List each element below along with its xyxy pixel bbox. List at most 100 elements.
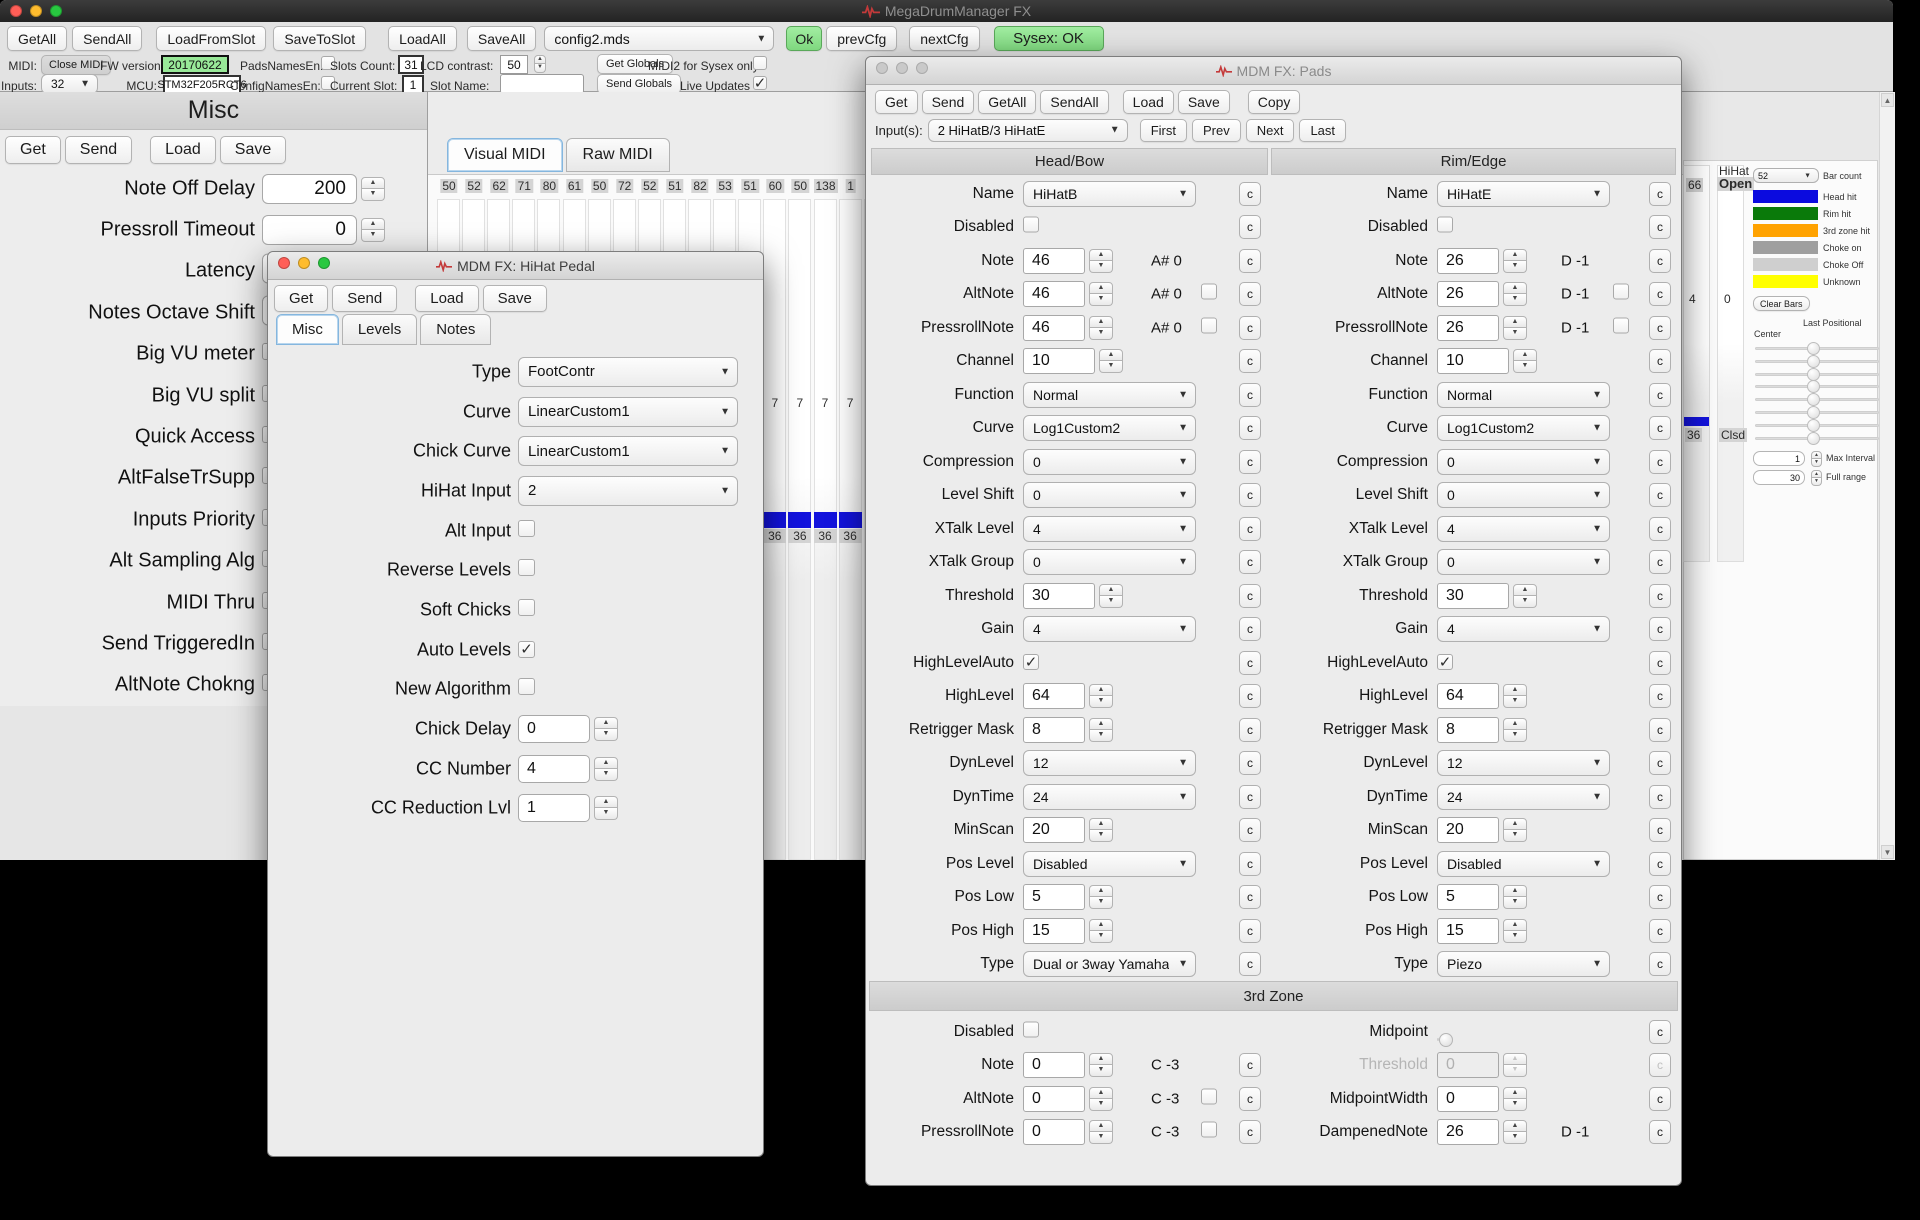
pads-nav-first-button[interactable]: First: [1140, 119, 1187, 142]
spin-down-icon[interactable]: ▼: [594, 769, 618, 781]
head-pressrollnote-alt-checkbox[interactable]: [1201, 317, 1217, 333]
spin-down-icon[interactable]: ▼: [1503, 328, 1527, 340]
spin-down-icon[interactable]: ▼: [1089, 696, 1113, 708]
copy-param-button[interactable]: c: [1649, 450, 1671, 474]
copy-param-button[interactable]: c: [1239, 383, 1261, 407]
rim-function-dropdown[interactable]: Normal▼: [1437, 382, 1610, 408]
spinner-stepper[interactable]: ▲▼: [1089, 1052, 1113, 1078]
copy-param-button[interactable]: c: [1239, 349, 1261, 373]
spinner-value[interactable]: 200: [262, 174, 357, 204]
spin-down-icon[interactable]: ▼: [1503, 696, 1527, 708]
rim-gain-dropdown[interactable]: 4▼: [1437, 616, 1610, 642]
slider-knob[interactable]: [1807, 432, 1820, 445]
copy-param-button[interactable]: c: [1239, 852, 1261, 876]
copy-param-button[interactable]: c: [1649, 1087, 1671, 1111]
spin-down-icon[interactable]: ▼: [1503, 730, 1527, 742]
spinner-stepper[interactable]: ▲▼: [1099, 348, 1123, 374]
spin-down-icon[interactable]: ▼: [1513, 361, 1537, 373]
tz-pressrollnote-alt-checkbox[interactable]: [1201, 1122, 1217, 1138]
spinner-stepper[interactable]: ▲▼: [1089, 281, 1113, 307]
spinner-stepper[interactable]: ▲▼: [1089, 1119, 1113, 1145]
spinner-value[interactable]: 64: [1437, 683, 1499, 709]
spinner-stepper[interactable]: ▲▼: [1503, 1052, 1527, 1078]
head-type-dropdown[interactable]: Dual or 3way Yamaha▼: [1023, 951, 1196, 977]
spinner-value[interactable]: 26: [1437, 315, 1499, 341]
spin-up-icon[interactable]: ▲: [1503, 885, 1527, 897]
spin-up-icon[interactable]: ▲: [361, 177, 385, 189]
spinner-stepper[interactable]: ▲▼: [1503, 717, 1527, 743]
spin-up-icon[interactable]: ▲: [361, 218, 385, 230]
hihat-new-algorithm-checkbox[interactable]: [518, 678, 535, 695]
head-dyntime-dropdown[interactable]: 24▼: [1023, 784, 1196, 810]
spin-up-icon[interactable]: ▲: [594, 796, 618, 808]
pads-nav-prev-button[interactable]: Prev: [1192, 119, 1241, 142]
spinner-value[interactable]: 8: [1437, 717, 1499, 743]
live-updates-checkbox[interactable]: ✓: [753, 76, 767, 90]
spin-up-icon[interactable]: ▲: [1503, 818, 1527, 830]
spinner-stepper[interactable]: ▲▼: [1503, 1119, 1527, 1145]
spin-down-icon[interactable]: ▼: [1503, 261, 1527, 273]
spinner-value[interactable]: 0: [518, 715, 590, 743]
spinner-value[interactable]: 5: [1437, 884, 1499, 910]
hihat-save-button[interactable]: Save: [483, 285, 547, 312]
misc-send-button[interactable]: Send: [65, 136, 132, 164]
spin-down-icon[interactable]: ▼: [1503, 1132, 1527, 1144]
rim-name-dropdown[interactable]: HiHatE▼: [1437, 181, 1610, 207]
spinner-value[interactable]: 8: [1023, 717, 1085, 743]
spin-down-icon[interactable]: ▼: [1089, 1132, 1113, 1144]
spin-up-icon[interactable]: ▲: [1099, 349, 1123, 361]
slider-knob[interactable]: [1807, 380, 1820, 393]
loadfromslot-button[interactable]: LoadFromSlot: [156, 26, 266, 51]
head-altnote-alt-checkbox[interactable]: [1201, 284, 1217, 300]
copy-param-button[interactable]: c: [1649, 182, 1671, 206]
spinner-value[interactable]: 10: [1437, 348, 1509, 374]
copy-param-button[interactable]: c: [1649, 885, 1671, 909]
rim-altnote-alt-checkbox[interactable]: [1613, 284, 1629, 300]
hihat-reverse-levels-checkbox[interactable]: [518, 559, 535, 576]
positional-slider[interactable]: [1755, 406, 1879, 418]
copy-param-button[interactable]: c: [1649, 249, 1671, 273]
spin-up-icon[interactable]: ▲: [1089, 718, 1113, 730]
copy-param-button[interactable]: c: [1239, 584, 1261, 608]
spin-down-icon[interactable]: ▼: [1503, 830, 1527, 842]
positional-slider[interactable]: [1755, 355, 1879, 367]
head-compression-dropdown[interactable]: 0▼: [1023, 449, 1196, 475]
copy-param-button[interactable]: c: [1239, 919, 1261, 943]
slot-name-input[interactable]: [500, 74, 584, 94]
vertical-scrollbar[interactable]: ▲ ▼: [1879, 92, 1895, 860]
slider-knob[interactable]: [1807, 406, 1820, 419]
spin-down-icon[interactable]: ▼: [1099, 361, 1123, 373]
copy-param-button[interactable]: c: [1239, 282, 1261, 306]
spinner-value[interactable]: 0: [1437, 1086, 1499, 1112]
copy-param-button[interactable]: c: [1239, 885, 1261, 909]
copy-param-button[interactable]: c: [1649, 818, 1671, 842]
spinner-stepper[interactable]: ▲▼: [361, 174, 385, 204]
pads-nav-last-button[interactable]: Last: [1299, 119, 1346, 142]
positional-slider[interactable]: [1755, 419, 1879, 431]
spinner-value[interactable]: 46: [1023, 281, 1085, 307]
spinner-stepper[interactable]: ▲▼: [594, 755, 618, 783]
spinner-stepper[interactable]: ▲▼: [1503, 817, 1527, 843]
spin-down-icon[interactable]: ▼: [1089, 294, 1113, 306]
copy-param-button[interactable]: c: [1239, 517, 1261, 541]
spin-up-icon[interactable]: ▲: [1089, 1120, 1113, 1132]
spin-up-icon[interactable]: ▲: [1089, 282, 1113, 294]
spinner-value[interactable]: 26: [1437, 248, 1499, 274]
spinner-value[interactable]: 20: [1437, 817, 1499, 843]
hihat-send-button[interactable]: Send: [332, 285, 397, 312]
spin-down-icon[interactable]: ▼: [1503, 897, 1527, 909]
head-gain-dropdown[interactable]: 4▼: [1023, 616, 1196, 642]
copy-param-button[interactable]: c: [1239, 416, 1261, 440]
spin-down-icon[interactable]: ▼: [1089, 931, 1113, 943]
head-level-shift-dropdown[interactable]: 0▼: [1023, 482, 1196, 508]
spin-up-icon[interactable]: ▲: [1503, 1120, 1527, 1132]
head-xtalk-level-dropdown[interactable]: 4▼: [1023, 516, 1196, 542]
spinner-value[interactable]: 64: [1023, 683, 1085, 709]
copy-param-button[interactable]: c: [1239, 651, 1261, 675]
spin-up-icon[interactable]: ▲: [1513, 584, 1537, 596]
spin-down-icon[interactable]: ▼: [1503, 1065, 1527, 1077]
copy-param-button[interactable]: c: [1239, 684, 1261, 708]
misc-load-button[interactable]: Load: [150, 136, 216, 164]
spinner-stepper[interactable]: ▲▼: [1099, 583, 1123, 609]
rim-xtalk-group-dropdown[interactable]: 0▼: [1437, 549, 1610, 575]
